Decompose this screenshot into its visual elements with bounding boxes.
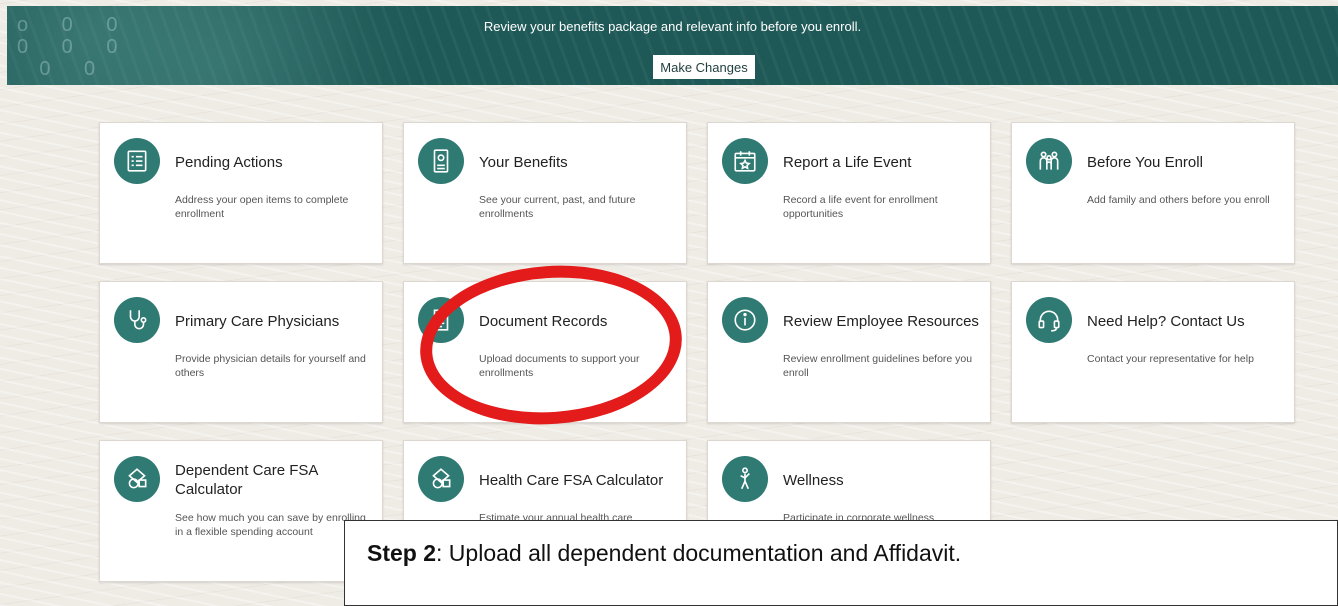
card-title: Review Employee Resources: [783, 313, 979, 330]
benefits-card-icon: [418, 138, 464, 184]
card-description: Contact your representative for help: [1087, 353, 1254, 365]
card-description: Provide physician details for yourself a…: [175, 353, 366, 379]
card-title: Before You Enroll: [1087, 154, 1203, 171]
card-document-records[interactable]: Document Records Upload documents to sup…: [403, 281, 687, 423]
calendar-star-icon: [722, 138, 768, 184]
card-description: Upload documents to support your enrollm…: [479, 353, 640, 379]
step-text: : Upload all dependent documentation and…: [436, 540, 962, 566]
card-title: Wellness: [783, 472, 844, 489]
card-report-life-event[interactable]: Report a Life Event Record a life event …: [707, 122, 991, 264]
family-icon: [1026, 138, 1072, 184]
card-title: Document Records: [479, 313, 608, 330]
card-title: Health Care FSA Calculator: [479, 472, 664, 489]
instruction-callout: Step 2: Upload all dependent documentati…: [344, 520, 1338, 606]
make-changes-button[interactable]: Make Changes: [653, 55, 755, 79]
card-pending-actions[interactable]: Pending Actions Address your open items …: [99, 122, 383, 264]
document-icon: [418, 297, 464, 343]
header-banner: o 0 00 0 00 0 Review your benefits packa…: [7, 6, 1338, 85]
card-description: Address your open items to complete enro…: [175, 194, 349, 220]
card-title: Your Benefits: [479, 154, 568, 171]
card-title: Need Help? Contact Us: [1087, 313, 1245, 330]
wellness-figure-icon: [722, 456, 768, 502]
step-label: Step 2: [367, 540, 437, 566]
card-dependent-care-fsa-calculator[interactable]: Dependent Care FSA Calculator See how mu…: [99, 440, 383, 582]
checklist-icon: [114, 138, 160, 184]
calculator-shapes-icon: [114, 456, 160, 502]
card-need-help-contact-us[interactable]: Need Help? Contact Us Contact your repre…: [1011, 281, 1295, 423]
stethoscope-icon: [114, 297, 160, 343]
banner-message: Review your benefits package and relevan…: [483, 19, 862, 34]
card-title: Pending Actions: [175, 154, 283, 171]
card-before-you-enroll[interactable]: Before You Enroll Add family and others …: [1011, 122, 1295, 264]
calculator-shapes-icon: [418, 456, 464, 502]
card-title: Report a Life Event: [783, 154, 912, 171]
card-title: Primary Care Physicians: [175, 313, 340, 330]
card-review-employee-resources[interactable]: Review Employee Resources Review enrollm…: [707, 281, 991, 423]
card-description: Record a life event for enrollment oppor…: [783, 194, 938, 220]
headset-icon: [1026, 297, 1072, 343]
card-your-benefits[interactable]: Your Benefits See your current, past, an…: [403, 122, 687, 264]
card-description: See your current, past, and future enrol…: [479, 194, 636, 220]
card-description: Add family and others before you enroll: [1087, 194, 1270, 206]
card-description: Review enrollment guidelines before you …: [783, 353, 973, 379]
info-icon: [722, 297, 768, 343]
card-primary-care-physicians[interactable]: Primary Care Physicians Provide physicia…: [99, 281, 383, 423]
card-title: Dependent Care FSA Calculator: [175, 462, 318, 498]
step-instruction: Step 2: Upload all dependent documentati…: [367, 540, 961, 567]
